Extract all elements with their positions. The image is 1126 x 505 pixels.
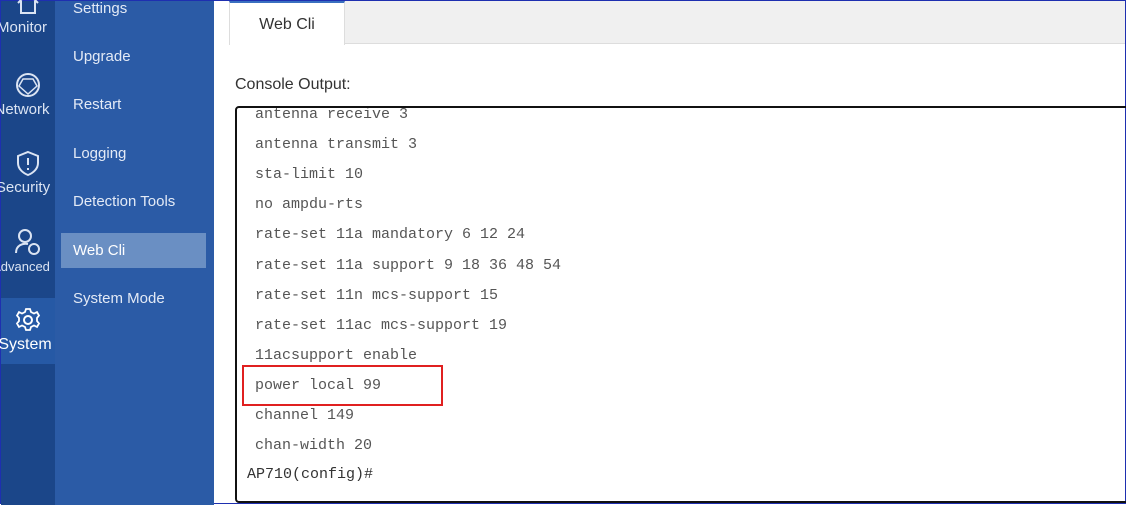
submenu-settings[interactable]: Settings [61, 0, 206, 26]
nav-label: Security [0, 179, 51, 196]
submenu-restart[interactable]: Restart [61, 87, 206, 122]
gear-icon [15, 308, 41, 331]
console-line: 11acsupport enable [255, 346, 418, 364]
console-line: antenna receive 3 [255, 106, 409, 123]
nav-label: Advanced [0, 259, 50, 274]
console-line: rate-set 11a support 9 18 36 48 54 [255, 256, 562, 274]
tab-web-cli[interactable]: Web Cli [229, 1, 345, 45]
highlight-box [242, 365, 443, 406]
nav-label: System [0, 336, 52, 353]
user-settings-icon [15, 229, 40, 255]
console-line: rate-set 11a mandatory 6 12 24 [255, 226, 526, 244]
submenu-detection-tools[interactable]: Detection Tools [61, 184, 206, 219]
home-icon [17, 0, 39, 14]
submenu-system-mode[interactable]: System Mode [61, 281, 206, 316]
submenu-upgrade[interactable]: Upgrade [61, 39, 206, 74]
console-prompt[interactable]: AP710(config)# [247, 466, 373, 483]
nav-monitor[interactable]: Monitor [0, 0, 55, 36]
nav-advanced[interactable]: Advanced [0, 227, 55, 274]
console-line: sta-limit 10 [255, 166, 364, 184]
shield-icon [17, 150, 39, 177]
nav-label: Monitor [0, 19, 48, 36]
console-line: rate-set 11ac mcs-support 19 [255, 316, 508, 334]
submenu: Settings Upgrade Restart Logging Detecti… [55, 0, 214, 505]
nav-label: Network [0, 101, 50, 118]
console-line: antenna transmit 3 [255, 136, 418, 154]
tab-bar [229, 1, 1125, 44]
console-line: channel 149 [255, 407, 355, 424]
console-line: rate-set 11n mcs-support 15 [255, 286, 499, 304]
main-nav: Monitor Network Security Advanced System [0, 0, 55, 505]
nav-system[interactable]: System [0, 298, 55, 364]
console-output[interactable]: antenna receive 3 antenna transmit 3 sta-l… [235, 106, 1126, 503]
submenu-logging[interactable]: Logging [61, 136, 206, 171]
console-line: no ampdu-rts [255, 196, 364, 214]
console-output-label: Console Output: [235, 76, 351, 93]
nav-security[interactable]: Security [0, 149, 55, 196]
globe-icon [16, 73, 40, 97]
nav-network[interactable]: Network [0, 71, 55, 118]
submenu-web-cli[interactable]: Web Cli [61, 233, 206, 268]
console-line: chan-width 20 [255, 437, 373, 455]
